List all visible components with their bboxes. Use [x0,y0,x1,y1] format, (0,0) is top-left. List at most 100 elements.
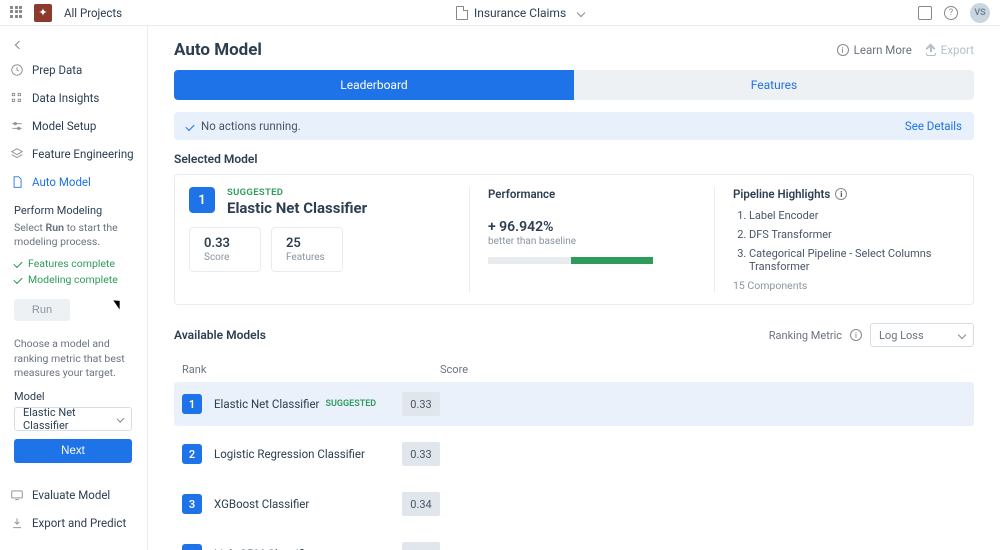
sidebar-item-label: Data Insights [32,91,99,105]
sidebar-item-auto-model[interactable]: Auto Model [0,168,147,196]
run-button[interactable]: Run [14,299,70,321]
performance-desc: better than baseline [488,236,696,247]
sidebar-item-model-setup[interactable]: Model Setup [0,112,147,140]
tabs: Leaderboard Features [174,70,974,100]
brand-logo: ✦ [34,4,52,22]
pipeline-item: DFS Transformer [749,228,959,241]
panel-toggle-icon[interactable] [918,6,932,20]
selected-model-name: Elastic Net Classifier [227,199,367,217]
breadcrumb-label: Insurance Claims [474,6,566,20]
components-count: 15 Components [733,279,959,292]
document-icon [10,175,24,189]
performance-bar [488,257,653,264]
check-icon [13,259,22,268]
main-content: Auto Model i Learn More Export Leaderboa… [148,26,1000,550]
sidebar: Prep Data Data Insights Model Setup Feat… [0,26,148,550]
model-name: Logistic Regression Classifier [214,447,365,461]
tab-leaderboard[interactable]: Leaderboard [174,70,574,100]
sidebar-item-export-predict[interactable]: Export and Predict [0,509,147,537]
sliders-icon [10,119,24,133]
ranking-metric-label: Ranking Metric [769,329,842,342]
learn-more-link[interactable]: i Learn More [837,43,912,57]
upload-icon [926,45,936,55]
sidebar-item-label: Feature Engineering [32,147,134,161]
rank-badge: 1 [182,394,202,414]
performance-title: Performance [488,187,696,201]
suggested-badge: SUGGESTED [227,187,367,198]
model-name: Elastic Net Classifier [214,397,319,411]
score-chip: 0.35 [402,542,440,550]
model-select-value: Elastic Net Classifier [23,406,112,432]
sidebar-item-prep-data[interactable]: Prep Data [0,56,147,84]
table-row[interactable]: 2 Logistic Regression Classifier 0.33 [174,432,974,476]
clock-icon [10,63,24,77]
tab-features[interactable]: Features [574,70,974,100]
chevron-left-icon [15,41,23,49]
sidebar-item-label: Model Setup [32,119,96,133]
features-stat: 25 Features [271,227,343,272]
perform-modeling-desc: Select Run to start the modeling process… [14,221,133,249]
pipeline-item: Label Encoder [749,209,959,222]
score-stat: 0.33 Score [189,227,261,272]
sidebar-item-evaluate-model[interactable]: Evaluate Model [0,481,147,509]
table-header: Rank Score [174,357,974,382]
model-select[interactable]: Elastic Net Classifier [14,407,132,431]
pipeline-item: Categorical Pipeline - Select Columns Tr… [749,247,959,273]
model-field-label: Model [14,390,133,403]
model-name: XGBoost Classifier [214,497,309,511]
table-row[interactable]: 4LightGBM Classifier0.35 [174,532,974,550]
score-chip: 0.33 [402,392,440,416]
pipeline-list: Label Encoder DFS Transformer Categorica… [733,209,959,273]
sidebar-item-data-insights[interactable]: Data Insights [0,84,147,112]
check-icon [185,121,194,130]
rank-badge: 3 [182,494,202,514]
chevron-down-icon [116,415,124,423]
status-bar: No actions running. See Details [174,112,974,140]
help-icon[interactable]: ? [944,6,958,20]
sidebar-item-feature-engineering[interactable]: Feature Engineering [0,140,147,168]
insights-icon [10,91,24,105]
project-breadcrumb[interactable]: Insurance Claims [122,6,918,20]
ranking-metric-select[interactable]: Log Loss [870,323,974,347]
info-icon: i [837,44,849,56]
status-text: No actions running. [201,119,301,133]
model-advice-text: Choose a model and ranking metric that b… [14,337,133,380]
selected-model-card: 1 SUGGESTED Elastic Net Classifier 0.33 … [174,174,974,305]
selected-model-title: Selected Model [174,152,974,166]
next-button[interactable]: Next [14,439,132,463]
check-features-complete: Features complete [14,257,133,270]
rank-badge: 2 [182,444,202,464]
all-projects-link[interactable]: All Projects [64,6,122,20]
check-icon [13,275,22,284]
document-icon [456,6,468,20]
check-modeling-complete: Modeling complete [14,273,133,286]
pipeline-title: Pipeline Highlights i [733,187,959,201]
perform-modeling-title: Perform Modeling [14,204,133,217]
table-row[interactable]: 1 Elastic Net Classifier SUGGESTED 0.33 [174,382,974,426]
page-title: Auto Model [174,40,262,60]
apps-grid-icon[interactable] [10,6,24,20]
layers-icon [10,147,24,161]
performance-value: + 96.942% [488,219,696,235]
sidebar-sub-panel: Perform Modeling Select Run to start the… [0,196,147,471]
export-button[interactable]: Export [926,43,974,57]
monitor-icon [10,488,24,502]
info-icon[interactable]: i [850,329,862,341]
col-rank: Rank [178,363,440,376]
sidebar-item-label: Evaluate Model [32,488,110,502]
info-icon[interactable]: i [835,188,847,200]
available-models-title: Available Models [174,328,266,342]
rank-badge: 1 [189,187,215,213]
sidebar-collapse-button[interactable] [8,34,30,56]
table-row[interactable]: 3 XGBoost Classifier 0.34 [174,482,974,526]
sidebar-item-label: Prep Data [32,63,82,77]
score-chip: 0.34 [402,492,440,516]
download-icon [10,516,24,530]
chevron-down-icon [577,8,585,16]
score-chip: 0.33 [402,442,440,466]
chevron-down-icon [958,331,966,339]
see-details-link[interactable]: See Details [905,119,962,133]
suggested-badge: SUGGESTED [325,399,376,409]
avatar[interactable]: VS [970,3,990,23]
sidebar-item-label: Auto Model [32,175,91,189]
